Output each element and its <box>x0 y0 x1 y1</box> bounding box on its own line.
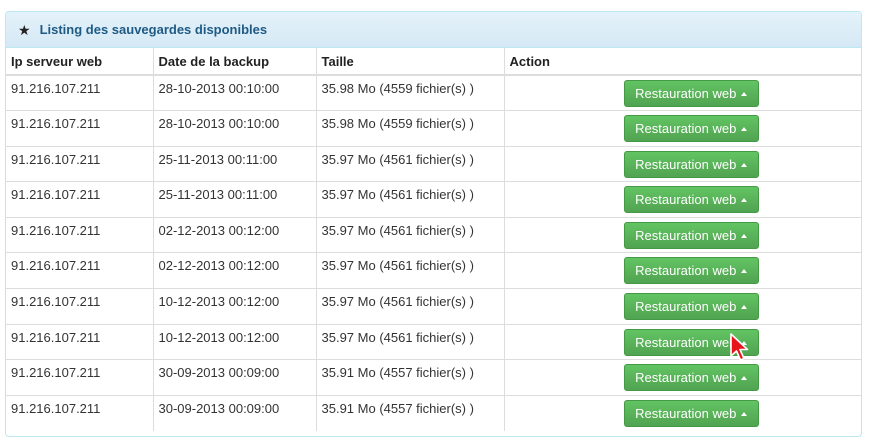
restore-web-button[interactable]: Restauration web <box>623 186 759 214</box>
cell-size: 35.97 Mo (4561 fichier(s) ) <box>316 216 505 253</box>
restore-web-button[interactable]: Restauration web <box>623 221 759 249</box>
cell-action: Restauration web <box>504 75 861 111</box>
column-header-action: Action <box>504 48 861 76</box>
column-header-date: Date de la backup <box>153 48 317 76</box>
caret-up-icon <box>741 269 748 274</box>
table-row: 91.216.107.211 02-12-2013 00:12:00 35.97 M… <box>6 216 861 253</box>
cell-ip: 91.216.107.211 <box>6 216 154 253</box>
panel-heading: ★ Listing des sauvegardes disponibles <box>6 12 861 48</box>
panel-title: Listing des sauvegardes disponibles <box>39 22 268 37</box>
cell-ip: 91.216.107.211 <box>6 359 154 396</box>
table-row: 91.216.107.211 25-11-2013 00:11:00 35.97 M… <box>6 145 861 182</box>
cell-size: 35.98 Mo (4559 fichier(s) ) <box>316 110 505 147</box>
cell-ip: 91.216.107.211 <box>6 323 154 360</box>
cell-date: 02-12-2013 00:12:00 <box>153 252 317 289</box>
cell-size: 35.91 Mo (4557 fichier(s) ) <box>316 359 505 396</box>
restore-web-button-label: Restauration web <box>635 86 737 101</box>
restore-web-button-label: Restauration web <box>635 227 737 243</box>
restore-web-button-label: Restauration web <box>635 121 737 137</box>
table-row: 91.216.107.211 25-11-2013 00:11:00 35.97 M… <box>6 181 861 218</box>
backups-panel: ★ Listing des sauvegardes disponibles Ip… <box>5 11 862 437</box>
column-header-ip: Ip serveur web <box>6 48 154 76</box>
cell-date: 02-12-2013 00:12:00 <box>153 216 317 253</box>
restore-web-button-label: Restauration web <box>635 299 737 315</box>
table-row: 91.216.107.211 28-10-2013 00:10:00 35.98 M… <box>6 75 861 111</box>
caret-up-icon <box>741 162 748 167</box>
cell-date: 28-10-2013 00:10:00 <box>153 75 317 111</box>
cell-date: 25-11-2013 00:11:00 <box>153 145 317 182</box>
cell-action: Restauration web <box>504 288 861 325</box>
caret-up-icon <box>741 127 748 132</box>
table-row: 91.216.107.211 10-12-2013 00:12:00 35.97 M… <box>6 288 861 325</box>
table-row: 91.216.107.211 30-09-2013 00:09:00 35.91 M… <box>6 359 861 396</box>
caret-up-icon <box>741 92 748 96</box>
restore-web-button-label: Restauration web <box>635 192 737 208</box>
restore-web-button[interactable]: Restauration web <box>623 399 759 427</box>
cell-ip: 91.216.107.211 <box>6 75 154 111</box>
cell-date: 28-10-2013 00:10:00 <box>153 110 317 147</box>
caret-up-icon <box>741 411 748 416</box>
caret-up-icon <box>741 198 748 203</box>
cell-size: 35.97 Mo (4561 fichier(s) ) <box>316 323 505 360</box>
restore-web-button-label: Restauration web <box>635 263 737 279</box>
cell-action: Restauration web <box>504 145 861 182</box>
caret-up-icon <box>741 376 748 381</box>
table-row: 91.216.107.211 02-12-2013 00:12:00 35.97 M… <box>6 252 861 289</box>
cell-ip: 91.216.107.211 <box>6 145 154 182</box>
cell-action: Restauration web <box>504 110 861 147</box>
cell-action: Restauration web <box>504 181 861 218</box>
cell-action: Restauration web <box>504 216 861 253</box>
cell-date: 10-12-2013 00:12:00 <box>153 323 317 360</box>
cell-size: 35.97 Mo (4561 fichier(s) ) <box>316 288 505 325</box>
restore-web-button[interactable]: Restauration web <box>623 150 759 178</box>
restore-web-button-label: Restauration web <box>635 156 737 172</box>
cell-action: Restauration web <box>504 323 861 360</box>
restore-web-button[interactable]: Restauration web <box>623 328 759 356</box>
cell-date: 25-11-2013 00:11:00 <box>153 181 317 218</box>
backups-table: Ip serveur web Date de la backup Taille … <box>6 48 861 431</box>
cell-ip: 91.216.107.211 <box>6 394 154 431</box>
caret-up-icon <box>741 305 748 310</box>
restore-web-button-label: Restauration web <box>635 405 737 421</box>
cell-action: Restauration web <box>504 359 861 396</box>
restore-web-button-label: Restauration web <box>635 334 737 350</box>
cell-size: 35.97 Mo (4561 fichier(s) ) <box>316 145 505 182</box>
cell-size: 35.97 Mo (4561 fichier(s) ) <box>316 252 505 289</box>
cell-action: Restauration web <box>504 252 861 289</box>
cell-ip: 91.216.107.211 <box>6 252 154 289</box>
cell-size: 35.97 Mo (4561 fichier(s) ) <box>316 181 505 218</box>
cell-ip: 91.216.107.211 <box>6 288 154 325</box>
cell-action: Restauration web <box>504 394 861 431</box>
caret-up-icon <box>741 340 748 345</box>
cell-size: 35.91 Mo (4557 fichier(s) ) <box>316 394 505 431</box>
star-icon: ★ <box>18 21 31 38</box>
restore-web-button-label: Restauration web <box>635 370 737 386</box>
restore-web-button[interactable]: Restauration web <box>623 80 759 107</box>
cell-ip: 91.216.107.211 <box>6 110 154 147</box>
cell-date: 30-09-2013 00:09:00 <box>153 359 317 396</box>
cell-date: 10-12-2013 00:12:00 <box>153 288 317 325</box>
table-row: 91.216.107.211 30-09-2013 00:09:00 35.91 M… <box>6 394 861 431</box>
cell-ip: 91.216.107.211 <box>6 181 154 218</box>
table-row: 91.216.107.211 10-12-2013 00:12:00 35.97 M… <box>6 323 861 360</box>
cell-size: 35.98 Mo (4559 fichier(s) ) <box>316 75 505 111</box>
table-header-row: Ip serveur web Date de la backup Taille … <box>6 48 861 76</box>
restore-web-button[interactable]: Restauration web <box>623 257 759 285</box>
caret-up-icon <box>741 233 748 238</box>
restore-web-button[interactable]: Restauration web <box>623 115 759 143</box>
restore-web-button[interactable]: Restauration web <box>623 364 759 392</box>
restore-web-button[interactable]: Restauration web <box>623 293 759 321</box>
column-header-size: Taille <box>316 48 505 76</box>
table-row: 91.216.107.211 28-10-2013 00:10:00 35.98 M… <box>6 110 861 147</box>
cell-date: 30-09-2013 00:09:00 <box>153 394 317 431</box>
